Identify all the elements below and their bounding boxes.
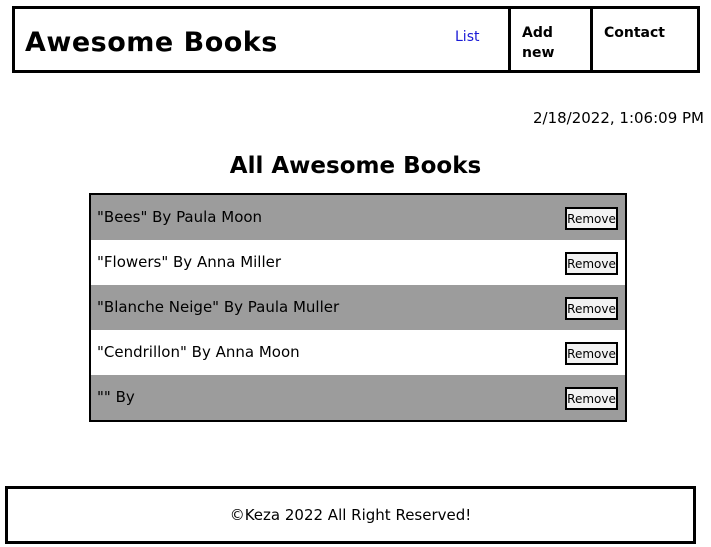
nav-link-list[interactable]: List xyxy=(455,29,479,45)
page-title: All Awesome Books xyxy=(229,153,482,179)
site-logo: Awesome Books xyxy=(25,27,278,58)
list-item: "Blanche Neige" By Paula Muller Remove xyxy=(91,285,625,330)
remove-button[interactable]: Remove xyxy=(565,207,618,230)
nav-link-contact[interactable]: Contact xyxy=(590,9,700,73)
book-title-author: "Blanche Neige" By Paula Muller xyxy=(97,298,340,316)
nav-label-add-new: Add new xyxy=(522,25,555,61)
remove-button[interactable]: Remove xyxy=(565,387,618,410)
book-list: "Bees" By Paula Moon Remove "Flowers" By… xyxy=(89,193,627,422)
book-title-author: "Bees" By Paula Moon xyxy=(97,208,263,226)
site-footer: ©Keza 2022 All Right Reserved! xyxy=(5,486,696,544)
list-item: "Flowers" By Anna Miller Remove xyxy=(91,240,625,285)
list-item: "Bees" By Paula Moon Remove xyxy=(91,195,625,240)
remove-button[interactable]: Remove xyxy=(565,252,618,275)
footer-copyright: ©Keza 2022 All Right Reserved! xyxy=(229,506,472,524)
list-item: "" By Remove xyxy=(91,375,625,420)
book-title-author: "" By xyxy=(97,388,135,406)
nav-link-add-new[interactable]: Add new xyxy=(508,9,590,73)
remove-button[interactable]: Remove xyxy=(565,342,618,365)
current-datetime: 2/18/2022, 1:06:09 PM xyxy=(532,109,704,127)
site-header: Awesome Books List Add new Contact xyxy=(12,6,700,73)
list-item: "Cendrillon" By Anna Moon Remove xyxy=(91,330,625,375)
book-title-author: "Cendrillon" By Anna Moon xyxy=(97,343,300,361)
remove-button[interactable]: Remove xyxy=(565,297,618,320)
nav-label-contact: Contact xyxy=(604,25,665,41)
book-title-author: "Flowers" By Anna Miller xyxy=(97,253,282,271)
